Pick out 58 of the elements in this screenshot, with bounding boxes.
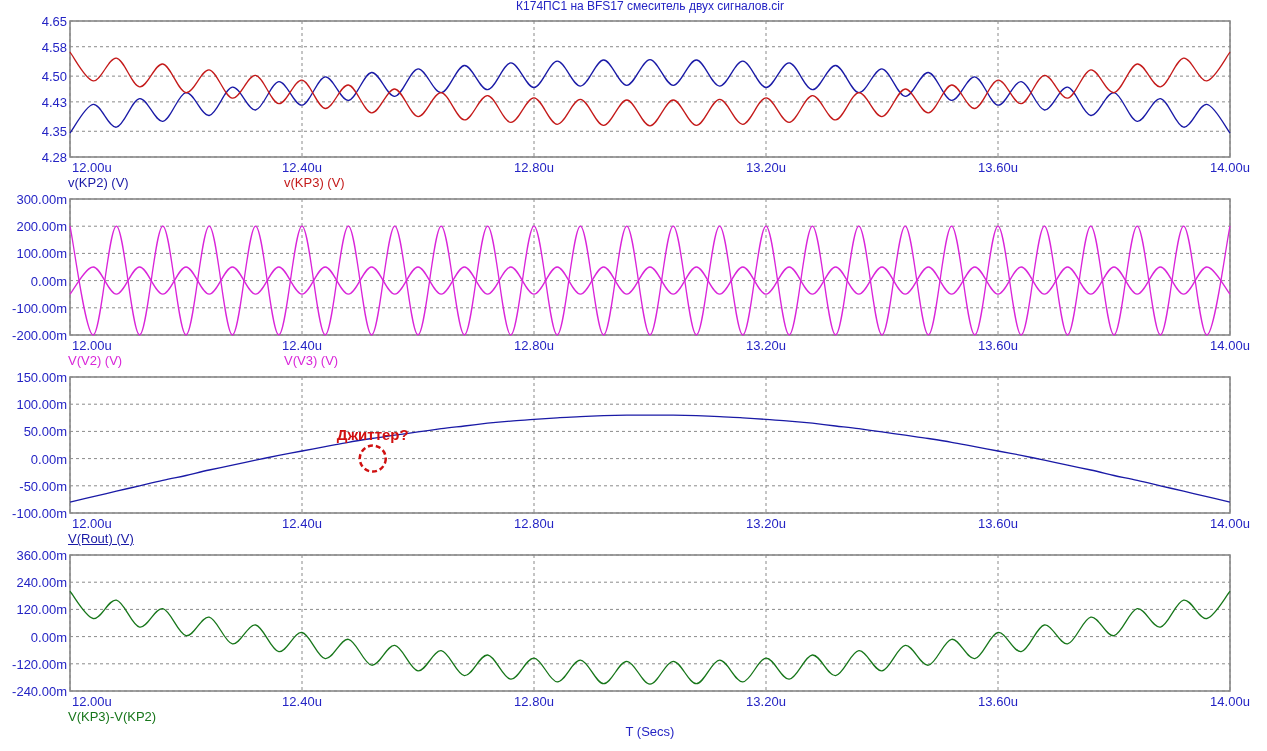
y-tick-label: -200.00m	[12, 328, 67, 343]
x-tick-label: 13.60u	[978, 338, 1018, 353]
y-tick-label: -120.00m	[12, 656, 67, 672]
y-tick-label: 100.00m	[16, 246, 67, 262]
x-tick-label: 12.40u	[282, 516, 322, 531]
y-tick-label: 240.00m	[16, 575, 67, 591]
trace-legend-label[interactable]: v(KP2) (V)	[68, 175, 284, 191]
y-tick-label: 0.00m	[30, 629, 67, 645]
trace-legend-label[interactable]: v(KP3) (V)	[284, 175, 500, 191]
dashed-circle-marker	[358, 444, 387, 473]
x-tick-label: 14.00u	[1210, 338, 1250, 353]
y-tick-label: 0.00m	[30, 273, 67, 289]
y-tick-label: -100.00m	[12, 506, 67, 521]
x-tick-label: 13.60u	[978, 516, 1018, 531]
x-tick-label: 12.00u	[72, 338, 112, 353]
x-tick-label: 12.00u	[72, 694, 112, 709]
x-tick-label: 12.40u	[282, 160, 322, 175]
x-tick-label: 13.60u	[978, 694, 1018, 709]
y-tick-label: 4.65	[41, 14, 67, 29]
y-tick-label: 4.35	[41, 124, 67, 140]
y-tick-label: 4.43	[41, 94, 67, 110]
y-tick-label: 4.50	[41, 69, 67, 85]
y-tick-label: 4.58	[41, 39, 67, 55]
y-tick-label: 150.00m	[16, 370, 67, 385]
x-tick-label: 13.20u	[746, 338, 786, 353]
y-tick-label: -50.00m	[19, 478, 67, 494]
x-tick-label: 14.00u	[1210, 694, 1250, 709]
y-tick-label: 120.00m	[16, 602, 67, 618]
x-tick-label: 12.40u	[282, 694, 322, 709]
trace-legend-label[interactable]: V(V2) (V)	[68, 353, 284, 369]
y-tick-label: 200.00m	[16, 219, 67, 235]
trace-legend-label[interactable]: V(KP3)-V(KP2)	[68, 709, 284, 725]
x-tick-label: 14.00u	[1210, 516, 1250, 531]
x-tick-label: 12.40u	[282, 338, 322, 353]
x-tick-label: 13.60u	[978, 160, 1018, 175]
x-tick-label: 12.80u	[514, 694, 554, 709]
annotation-text: Джиттер?	[336, 425, 409, 443]
x-axis-label: T (Secs)	[625, 724, 675, 740]
x-tick-label: 13.20u	[746, 694, 786, 709]
x-tick-label: 12.00u	[72, 516, 112, 531]
y-tick-label: 50.00m	[23, 424, 67, 440]
y-tick-label: 0.00m	[30, 451, 67, 467]
x-tick-label: 13.20u	[746, 516, 786, 531]
trace-legend-label[interactable]: V(V3) (V)	[284, 353, 500, 369]
x-tick-label: 14.00u	[1210, 160, 1250, 175]
x-tick-label: 12.80u	[514, 160, 554, 175]
trace-legend-label[interactable]: V(Rout) (V)	[68, 531, 284, 547]
x-tick-label: 12.80u	[514, 338, 554, 353]
y-tick-label: 360.00m	[16, 548, 67, 563]
window-title: К174ПС1 на BFS17 смеситель двух сигналов.cir	[516, 0, 784, 13]
x-tick-label: 13.20u	[746, 160, 786, 175]
y-tick-label: -100.00m	[12, 300, 67, 316]
y-tick-label: 4.28	[41, 150, 67, 165]
y-tick-label: 300.00m	[16, 192, 67, 207]
y-tick-label: -240.00m	[12, 684, 67, 699]
x-tick-label: 12.80u	[514, 516, 554, 531]
x-tick-label: 12.00u	[72, 160, 112, 175]
y-tick-label: 100.00m	[16, 397, 67, 413]
